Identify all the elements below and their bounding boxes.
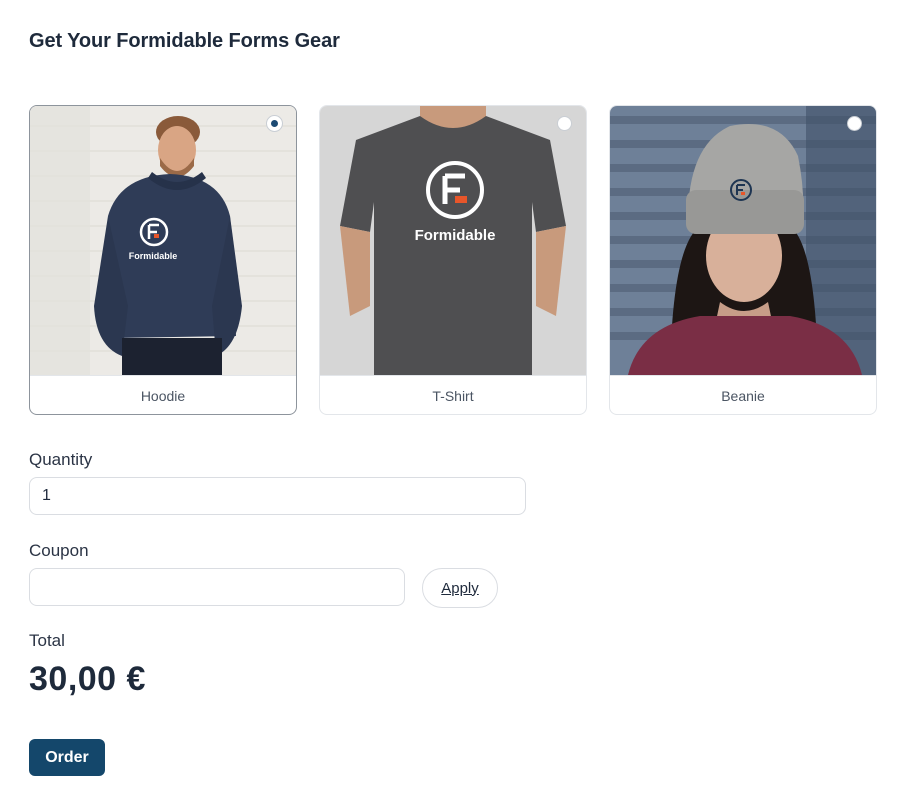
- apply-coupon-button[interactable]: Apply: [422, 568, 498, 608]
- total-value: 30,00 €: [29, 660, 146, 698]
- tshirt-brand-text: Formidable: [415, 227, 496, 244]
- coupon-input[interactable]: [29, 568, 405, 606]
- product-option-tshirt[interactable]: Formidable T-Shirt: [319, 105, 587, 415]
- product-label-hoodie: Hoodie: [30, 375, 296, 414]
- product-label-beanie: Beanie: [610, 375, 876, 414]
- tshirt-radio[interactable]: [557, 116, 572, 131]
- tshirt-image: Formidable: [320, 106, 586, 375]
- quantity-input[interactable]: [29, 477, 526, 515]
- hoodie-brand-text: Formidable: [129, 251, 178, 261]
- order-button[interactable]: Order: [29, 739, 105, 776]
- hoodie-image: Formidable: [30, 106, 296, 375]
- beanie-image: [610, 106, 876, 375]
- coupon-label: Coupon: [29, 541, 89, 560]
- form-title: Get Your Formidable Forms Gear: [29, 30, 340, 52]
- product-option-hoodie[interactable]: Formidable Hoodie: [29, 105, 297, 415]
- total-label: Total: [29, 631, 65, 650]
- quantity-label: Quantity: [29, 450, 93, 469]
- product-label-tshirt: T-Shirt: [320, 375, 586, 414]
- beanie-radio[interactable]: [847, 116, 862, 131]
- hoodie-radio[interactable]: [267, 116, 282, 131]
- product-option-beanie[interactable]: Beanie: [609, 105, 877, 415]
